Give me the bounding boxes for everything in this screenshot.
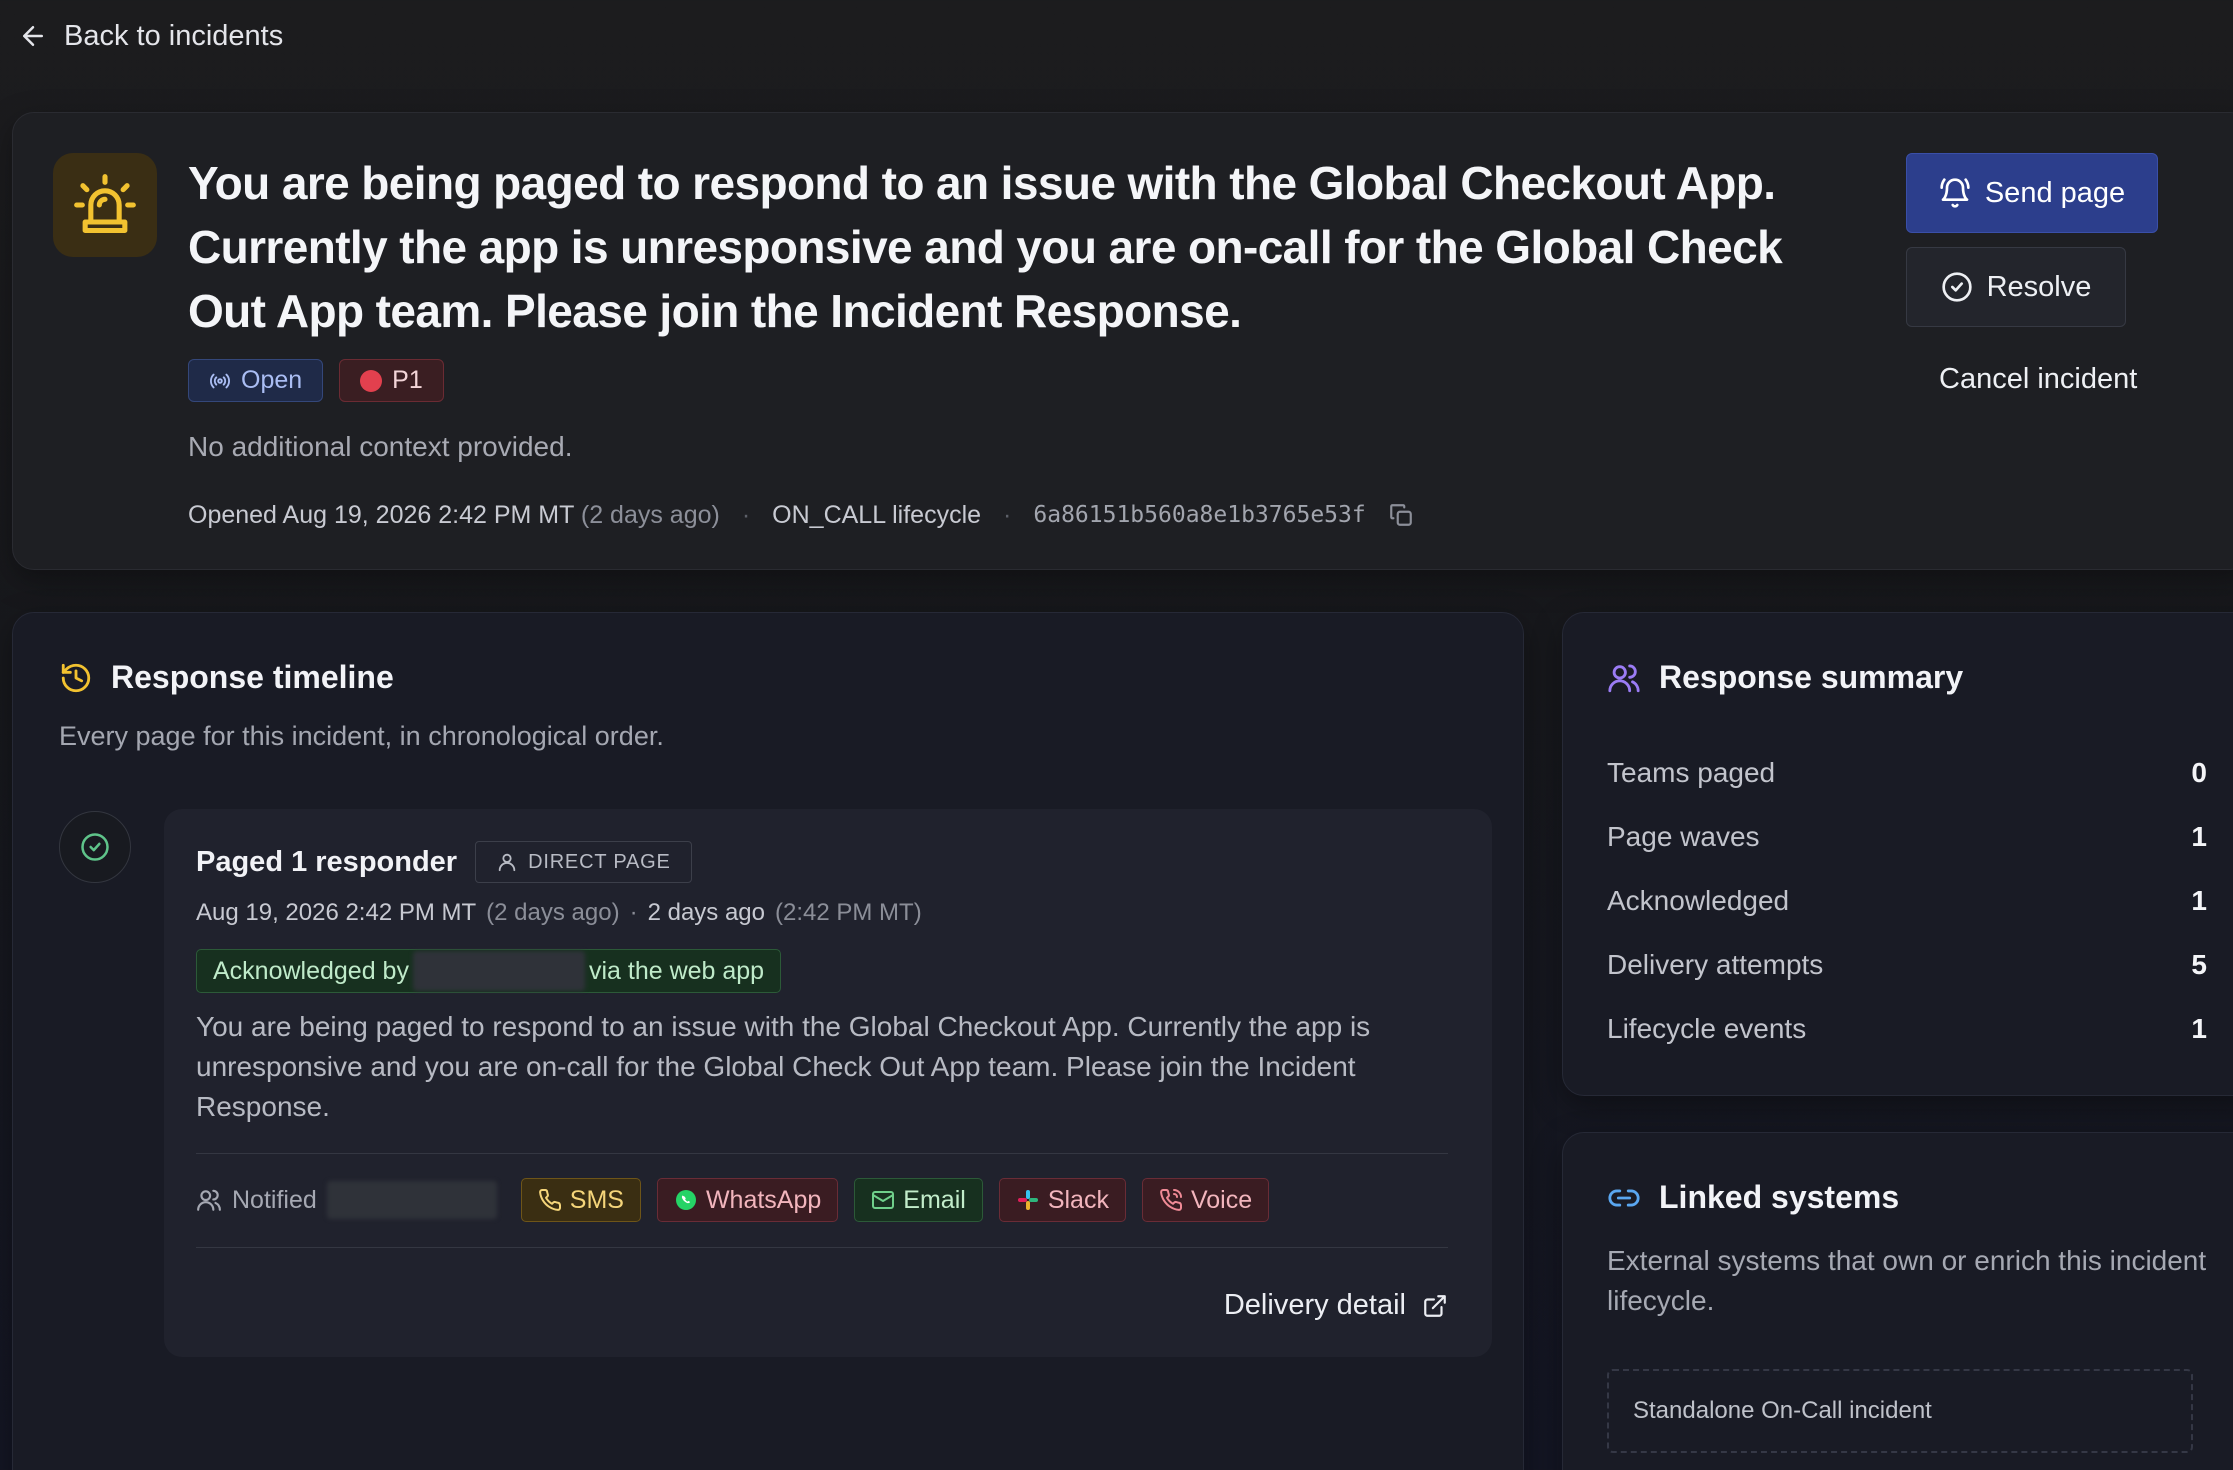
copy-icon[interactable] xyxy=(1388,502,1414,528)
channel-voice-badge[interactable]: Voice xyxy=(1141,1178,1270,1222)
direct-page-tag: DIRECT PAGE xyxy=(475,841,692,883)
check-circle-icon xyxy=(1941,272,1972,302)
send-page-button[interactable]: Send page xyxy=(1906,153,2158,233)
stat-delivery-attempts: Delivery attempts 5 xyxy=(1607,949,2207,980)
timeline-subtitle: Every page for this incident, in chronol… xyxy=(59,721,664,751)
check-circle-icon xyxy=(81,833,109,861)
link-icon xyxy=(1608,1189,1640,1206)
summary-title: Response summary xyxy=(1659,659,1964,695)
users-icon xyxy=(197,1189,221,1211)
timeline-event: Paged 1 responder DIRECT PAGE Aug 19, 20… xyxy=(164,809,1492,1357)
back-label: Back to incidents xyxy=(64,19,284,52)
timeline-header: Response timeline xyxy=(59,659,394,696)
stat-acknowledged: Acknowledged 1 xyxy=(1607,885,2207,916)
redacted-responder-name xyxy=(412,951,585,991)
channel-slack-badge[interactable]: Slack xyxy=(998,1178,1126,1222)
event-title: Paged 1 responder xyxy=(196,845,458,878)
mail-icon xyxy=(872,1191,895,1209)
event-message: You are being paged to respond to an iss… xyxy=(196,1011,1371,1122)
external-link-icon xyxy=(1424,1294,1446,1317)
alert-icon-container xyxy=(53,153,157,257)
redacted-notified-name xyxy=(326,1181,497,1219)
notified-label: Notified xyxy=(196,1186,317,1215)
meta-separator: · xyxy=(741,500,751,529)
whatsapp-icon xyxy=(675,1190,696,1210)
back-to-incidents-link[interactable]: Back to incidents xyxy=(18,14,283,58)
resolve-button[interactable]: Resolve xyxy=(1906,247,2126,327)
stat-lifecycle-events: Lifecycle events 1 xyxy=(1607,1013,2207,1044)
bell-icon xyxy=(1940,178,1970,208)
incident-title: You are being paged to respond to an iss… xyxy=(188,157,1783,337)
stat-page-waves: Page waves 1 xyxy=(1607,821,2207,852)
phone-call-icon xyxy=(1160,1188,1182,1211)
priority-badge: P1 xyxy=(339,359,444,402)
priority-dot xyxy=(360,369,383,392)
stat-teams-paged: Teams paged 0 xyxy=(1607,757,2207,788)
linked-title: Linked systems xyxy=(1659,1179,1900,1215)
arrow-left-icon xyxy=(23,26,43,46)
event-divider xyxy=(196,1153,1448,1154)
cancel-incident-button[interactable]: Cancel incident xyxy=(1939,363,2137,396)
incident-context: No additional context provided. xyxy=(188,431,573,462)
event-header: Paged 1 responder DIRECT PAGE xyxy=(196,841,692,883)
linked-systems-card: Linked systems External systems that own… xyxy=(1562,1132,2233,1470)
user-icon xyxy=(498,853,516,872)
response-summary-card: Response summary Teams paged 0 Page waves… xyxy=(1562,612,2233,1096)
broadcast-icon xyxy=(210,373,230,388)
incident-id: 6a86151b560a8e1b3765e53f xyxy=(1033,502,1366,528)
linked-system-item: Standalone On-Call incident xyxy=(1607,1369,2193,1453)
response-timeline-card: Response timeline Every page for this in… xyxy=(12,612,1524,1470)
delivery-detail-link[interactable]: Delivery detail xyxy=(1224,1289,1448,1322)
incident-header-card: You are being paged to respond to an iss… xyxy=(12,112,2233,570)
channel-sms-badge[interactable]: SMS xyxy=(520,1178,641,1222)
lifecycle-label: ON_CALL lifecycle xyxy=(772,500,982,529)
meta-separator: · xyxy=(1003,500,1012,529)
acknowledged-badge: Acknowledged by via the web app xyxy=(196,949,782,993)
event-divider xyxy=(196,1247,1448,1248)
incident-badges: Open P1 xyxy=(188,359,444,402)
timeline-node xyxy=(59,811,131,883)
linked-header: Linked systems xyxy=(1607,1179,1899,1216)
history-icon xyxy=(61,663,91,692)
phone-icon xyxy=(538,1188,561,1211)
timeline-title: Response timeline xyxy=(111,659,394,695)
opened-at: Opened Aug 19, 2026 2:42 PM MT (2 days a… xyxy=(188,500,720,529)
siren-icon xyxy=(74,174,136,234)
status-badge: Open xyxy=(188,359,324,402)
summary-header: Response summary xyxy=(1607,659,1963,696)
channel-whatsapp-badge[interactable]: WhatsApp xyxy=(656,1178,839,1222)
status-label: Open xyxy=(241,366,303,394)
users-icon xyxy=(1608,664,1640,692)
event-time: Aug 19, 2026 2:42 PM MT (2 days ago) · 2… xyxy=(196,899,922,926)
channel-email-badge[interactable]: Email xyxy=(854,1178,983,1222)
incident-meta: Opened Aug 19, 2026 2:42 PM MT (2 days a… xyxy=(188,495,1414,535)
notified-row: Notified SMS WhatsApp Email Slack Voice xyxy=(196,1177,1275,1223)
slack-icon xyxy=(1017,1190,1038,1210)
priority-label: P1 xyxy=(392,366,423,394)
linked-subtitle: External systems that own or enrich this… xyxy=(1607,1245,2207,1316)
